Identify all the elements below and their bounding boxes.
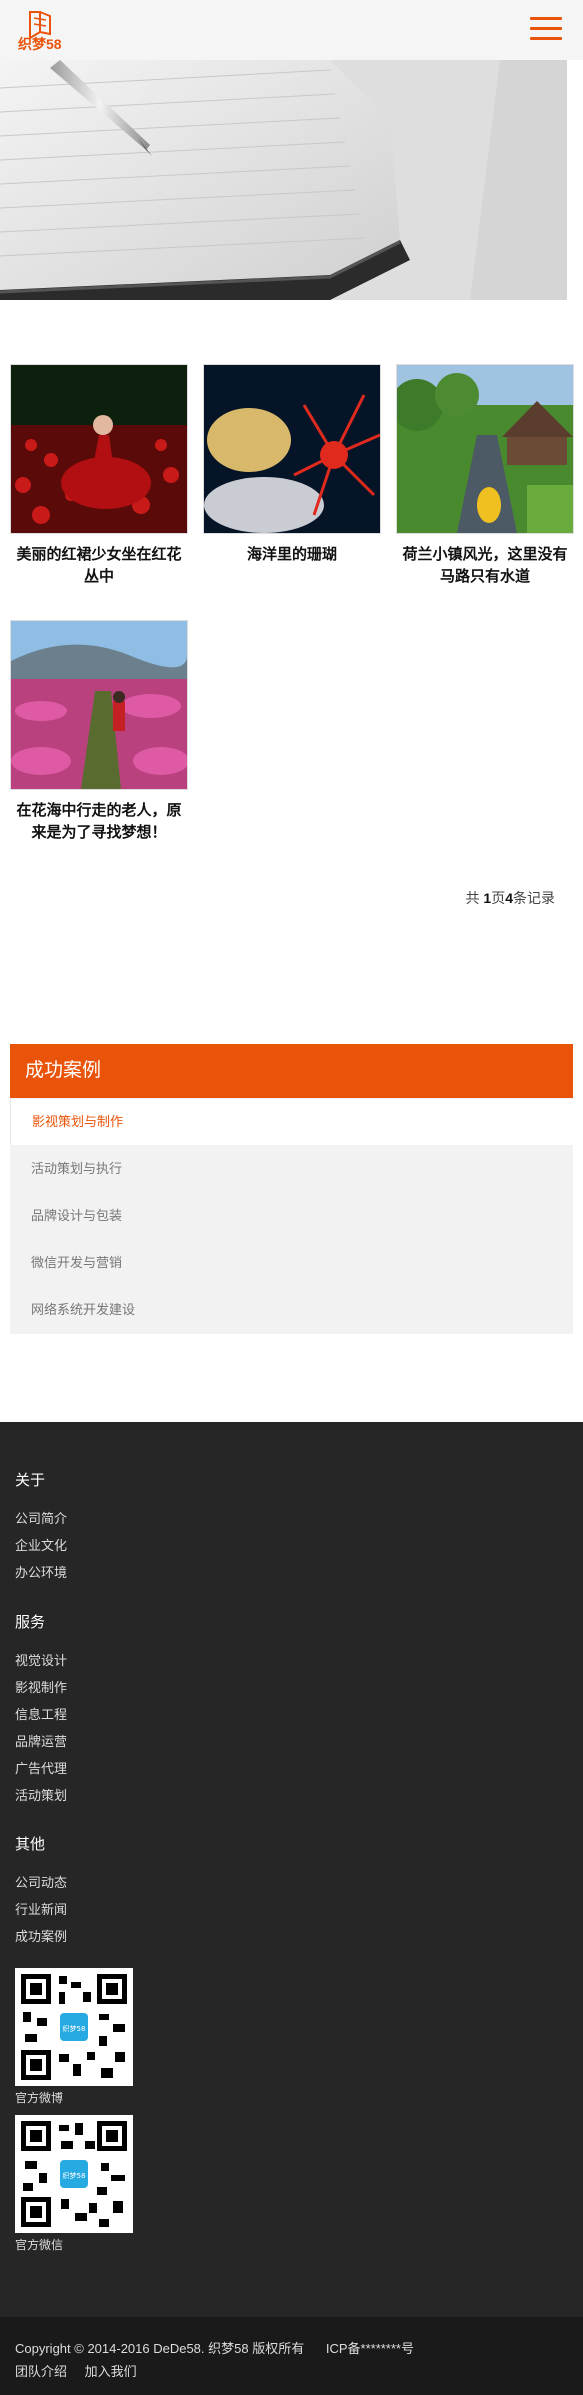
- team-link[interactable]: 团队介绍: [15, 2364, 67, 2379]
- footer-section-title: 关于: [15, 1472, 46, 1489]
- footer-section-title: 其他: [15, 1836, 46, 1853]
- qr-caption-wechat: 官方微信: [15, 2238, 64, 2252]
- case-item-film[interactable]: 影视策划与制作: [10, 1099, 574, 1145]
- case-item-brand[interactable]: 品牌设计与包装: [10, 1193, 573, 1239]
- footer-link[interactable]: 品牌运营: [15, 1731, 67, 1750]
- hero-banner: [0, 60, 567, 300]
- copyright-line: Copyright © 2014-2016 DeDe58. 织梦58 版权所有 …: [15, 2338, 414, 2357]
- gallery-card-title[interactable]: 海洋里的珊瑚: [203, 544, 381, 566]
- footer-link[interactable]: 成功案例: [15, 1926, 67, 1945]
- footer-link[interactable]: 行业新闻: [15, 1899, 67, 1918]
- qr-logo-text: 织梦58: [63, 2171, 86, 2180]
- notebook-pen-image: [0, 60, 567, 300]
- copyright-text: Copyright © 2014-2016 DeDe58. 织梦58 版权所有: [15, 2341, 305, 2356]
- qr-logo-text: 织梦58: [63, 2024, 86, 2033]
- gallery-card-title[interactable]: 美丽的红裙少女坐在红花丛中: [10, 544, 188, 588]
- gallery-thumbnail[interactable]: [396, 364, 574, 534]
- case-item-event[interactable]: 活动策划与执行: [10, 1146, 573, 1192]
- copyright-links: 团队介绍 加入我们: [15, 2361, 137, 2380]
- footer-link[interactable]: 信息工程: [15, 1704, 67, 1723]
- footer-section-title: 服务: [15, 1614, 46, 1631]
- join-us-link[interactable]: 加入我们: [85, 2364, 137, 2379]
- gallery-thumbnail[interactable]: [10, 364, 188, 534]
- footer-link[interactable]: 影视制作: [15, 1677, 67, 1696]
- icp-text: ICP备********号: [325, 2341, 414, 2356]
- gallery-thumbnail[interactable]: [10, 620, 188, 790]
- logo-text[interactable]: 织梦58: [18, 34, 62, 54]
- footer-link[interactable]: 视觉设计: [15, 1650, 67, 1669]
- footer-link[interactable]: 公司动态: [15, 1872, 67, 1891]
- footer-link[interactable]: 企业文化: [15, 1535, 67, 1554]
- gallery-thumbnail[interactable]: [203, 364, 381, 534]
- qr-caption-weibo: 官方微博: [15, 2091, 64, 2105]
- gallery-card[interactable]: 美丽的红裙少女坐在红花丛中: [10, 364, 188, 588]
- gallery-card[interactable]: 荷兰小镇风光，这里没有马路只有水道: [396, 364, 574, 588]
- gallery-card[interactable]: 海洋里的珊瑚: [203, 364, 381, 566]
- case-item-wechat[interactable]: 微信开发与营销: [10, 1240, 573, 1286]
- gallery-card-title[interactable]: 在花海中行走的老人，原来是为了寻找梦想！: [10, 800, 188, 844]
- qr-code-wechat: 织梦58: [15, 2115, 133, 2233]
- hamburger-menu-icon[interactable]: [530, 17, 562, 43]
- gallery-card[interactable]: 在花海中行走的老人，原来是为了寻找梦想！: [10, 620, 188, 844]
- footer-link[interactable]: 广告代理: [15, 1758, 67, 1777]
- case-menu-title: 成功案例: [10, 1044, 573, 1098]
- footer-link[interactable]: 活动策划: [15, 1785, 67, 1804]
- footer-link[interactable]: 公司简介: [15, 1508, 67, 1527]
- record-count: 共 1页4条记录: [465, 890, 555, 906]
- gallery-card-title[interactable]: 荷兰小镇风光，这里没有马路只有水道: [396, 544, 574, 588]
- footer-link[interactable]: 办公环境: [15, 1562, 67, 1581]
- case-item-web[interactable]: 网络系统开发建设: [10, 1287, 573, 1333]
- qr-code-weibo: 织梦58: [15, 1968, 133, 2086]
- site-header: [0, 0, 583, 60]
